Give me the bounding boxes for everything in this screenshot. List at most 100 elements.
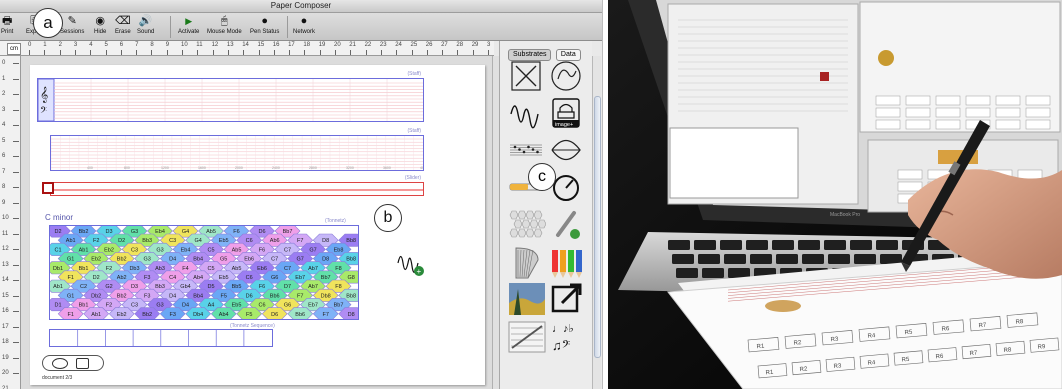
cross-substrate-icon[interactable]	[508, 59, 546, 95]
tonnetz-note[interactable]: F6	[259, 284, 265, 290]
tonnetz-note[interactable]: Db4	[193, 312, 203, 318]
tonnetz-note[interactable]: Bb7	[334, 303, 344, 309]
tonnetz-note[interactable]: Eb2	[91, 257, 101, 263]
tonnetz-note[interactable]: D2	[118, 238, 125, 244]
tonnetz-note[interactable]: Bb8	[346, 238, 356, 244]
tonnetz-note[interactable]: D3	[105, 229, 112, 235]
spiral-substrate-icon[interactable]	[548, 59, 586, 95]
tonnetz-note[interactable]: Bb6	[295, 312, 305, 318]
tonnetz-note[interactable]: G3	[156, 303, 163, 309]
tonnetz-note[interactable]: C6	[246, 238, 253, 244]
tonnetz-note[interactable]: Ab5	[206, 229, 216, 235]
mouse-mode-button[interactable]: 🖱 Mouse Mode	[207, 14, 242, 39]
tonnetz-note[interactable]: Eb5	[219, 275, 229, 281]
canvas-scrollbar[interactable]	[492, 56, 499, 389]
link-add-substrate-icon[interactable]	[548, 207, 586, 243]
tonnetz-note[interactable]: Ab1	[66, 238, 76, 244]
tonnetz-note[interactable]: Ab6	[270, 238, 280, 244]
tonnetz-note[interactable]: C7	[284, 247, 291, 253]
tonnetz-note[interactable]: D6	[246, 293, 253, 299]
tonnetz-note[interactable]: C1	[54, 247, 61, 253]
tonnetz-note[interactable]: F3	[144, 275, 150, 281]
sound-button[interactable]: 🔊 Sound	[137, 14, 154, 39]
tonnetz-note[interactable]: C3	[169, 238, 176, 244]
export-arrow-icon[interactable]	[548, 281, 586, 317]
tonnetz-note[interactable]: F2	[106, 266, 112, 272]
dragged-waveform-icon[interactable]: +	[396, 248, 426, 278]
tonnetz-note[interactable]: F3	[169, 312, 175, 318]
tonnetz-note[interactable]: D6	[258, 229, 265, 235]
tonnetz-note[interactable]: Db2	[91, 293, 101, 299]
tonnetz-note[interactable]: Ab7	[308, 266, 318, 272]
tonnetz-note[interactable]: Ab7	[308, 284, 318, 290]
painting-substrate-icon[interactable]	[508, 281, 546, 317]
tonnetz-note[interactable]: Ab5	[232, 266, 242, 272]
tonnetz-grid[interactable]: D2 Bb2 D3 G3 Eb4 G4 Ab5 F6 D6 Bb7 Ab1 F2 D2 Bb3 C3 G4 Eb…	[49, 225, 359, 320]
pen-status-button[interactable]: ● Pen Status	[250, 14, 279, 39]
ellipse-tool-icon[interactable]	[52, 358, 68, 369]
tonnetz-note[interactable]: Ab4	[193, 275, 203, 281]
tonnetz-note[interactable]: G3	[131, 229, 138, 235]
tonnetz-note[interactable]: Eb2	[117, 312, 127, 318]
tonnetz-note[interactable]: F8	[335, 284, 341, 290]
tonnetz-note[interactable]: Bb2	[142, 312, 152, 318]
tonnetz-note[interactable]: F6	[233, 229, 239, 235]
tonnetz-note[interactable]: Bb6	[270, 293, 280, 299]
tonnetz-note[interactable]: Bb1	[79, 303, 89, 309]
tonnetz-note[interactable]: Bb2	[79, 229, 89, 235]
tonnetz-note[interactable]: G3	[156, 247, 163, 253]
tonnetz-note[interactable]: Bb2	[117, 257, 127, 263]
notation-substrate-icon[interactable]: ♩♪♭ ♫𝄢	[548, 318, 586, 354]
tonnetz-note[interactable]: D5	[207, 284, 214, 290]
staff-grand[interactable]: 𝄞 𝄢 (Staff)	[37, 71, 425, 122]
tonnetz-note[interactable]: A4	[208, 303, 215, 309]
tonnetz-note[interactable]: G7	[309, 247, 316, 253]
score-substrate-icon[interactable]	[508, 318, 546, 354]
tonnetz-note[interactable]: F2	[106, 303, 112, 309]
tonnetz-note[interactable]: F3	[144, 293, 150, 299]
tonnetz-sequence[interactable]	[49, 329, 273, 347]
tonnetz-note[interactable]: Eb4	[181, 247, 191, 253]
tonnetz-note[interactable]: Db3	[129, 266, 139, 272]
tonnetz-note[interactable]: Eb7	[308, 303, 318, 309]
tonnetz-note[interactable]: G8	[348, 275, 355, 281]
tonnetz-note[interactable]: Bb4	[193, 293, 203, 299]
tonnetz-note[interactable]: D4	[182, 303, 189, 309]
tonnetz-note[interactable]: Ab3	[155, 266, 165, 272]
network-button[interactable]: ● Network	[293, 14, 315, 39]
palette-scrollbar[interactable]	[592, 56, 601, 389]
tonnetz-note[interactable]: C3	[131, 303, 138, 309]
tonnetz-note[interactable]: F7	[297, 238, 303, 244]
image-add-substrate-icon[interactable]: image+	[548, 96, 586, 132]
palette-scroll-thumb[interactable]	[594, 96, 601, 358]
tonnetz-note[interactable]: G1	[67, 257, 74, 263]
tonnetz-note[interactable]: Db1	[53, 266, 63, 272]
tonnetz-note[interactable]: C5	[207, 266, 214, 272]
tonnetz-note[interactable]: C7	[284, 266, 291, 272]
canvas[interactable]: 𝄞 𝄢 (Staff) 400 800 1200 1600 2000 2400 2800 32…	[21, 56, 492, 389]
tonnetz-note[interactable]: G2	[105, 284, 112, 290]
tonnetz-note[interactable]: Bb2	[117, 293, 127, 299]
tonnetz-note[interactable]: F7	[322, 312, 328, 318]
colored-pencils-icon[interactable]	[548, 244, 586, 280]
tonnetz-note[interactable]: F1	[67, 275, 73, 281]
tonnetz-note[interactable]: Bb7	[321, 275, 331, 281]
tonnetz-note[interactable]: Ab4	[219, 312, 229, 318]
tonnetz-note[interactable]: C6	[258, 303, 265, 309]
tonnetz-note[interactable]: Eb7	[295, 275, 305, 281]
tonnetz-note[interactable]: Gb4	[180, 284, 190, 290]
tonnetz-note[interactable]: Eb6	[257, 266, 267, 272]
tonnetz-note[interactable]: G7	[297, 257, 304, 263]
tonnetz-note[interactable]: G3	[144, 257, 151, 263]
slider-strip[interactable]: (Slider)	[50, 175, 424, 196]
harp-substrate-icon[interactable]	[508, 244, 546, 280]
tonnetz-note[interactable]: G6	[271, 275, 278, 281]
tonnetz-note[interactable]: Eb5	[219, 238, 229, 244]
tonnetz-note[interactable]: F7	[297, 293, 303, 299]
tonnetz-note[interactable]: Ab2	[117, 275, 127, 281]
tonnetz-note[interactable]: F8	[335, 266, 341, 272]
tonnetz-note[interactable]: D8	[322, 238, 329, 244]
tonnetz-note[interactable]: D8	[322, 257, 329, 263]
tonnetz-note[interactable]: Ab1	[53, 284, 63, 290]
tonnetz-note[interactable]: F4	[182, 266, 188, 272]
